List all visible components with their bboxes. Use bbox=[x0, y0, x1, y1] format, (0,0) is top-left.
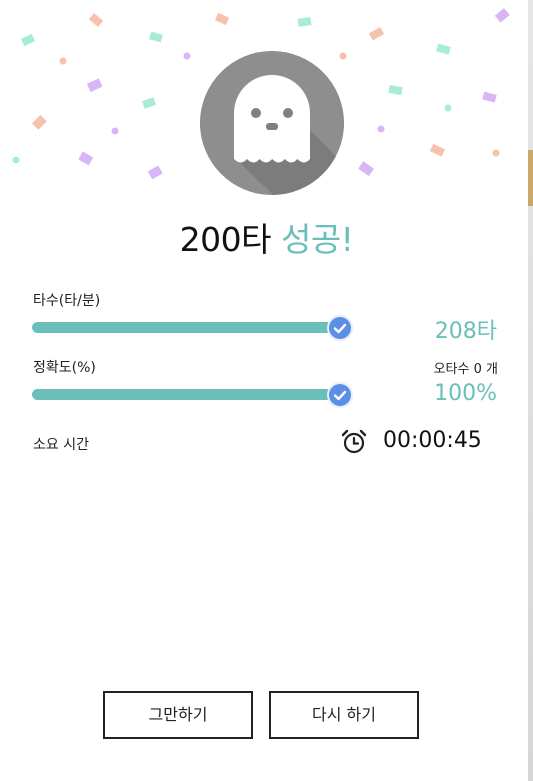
ghost-icon bbox=[200, 51, 344, 195]
accuracy-value: 100% bbox=[434, 381, 497, 406]
speed-label: 타수(타/분) bbox=[33, 293, 101, 309]
typo-number: 0 bbox=[473, 362, 482, 377]
accuracy-label: 정확도(%) bbox=[33, 360, 96, 376]
typo-label: 오타수 bbox=[433, 362, 470, 377]
retry-button[interactable]: 다시 하기 bbox=[269, 691, 419, 739]
result-title: 200타 성공! bbox=[0, 220, 533, 260]
speed-progress-bar bbox=[32, 322, 340, 333]
result-status: 성공! bbox=[280, 220, 354, 259]
stop-button[interactable]: 그만하기 bbox=[103, 691, 253, 739]
accuracy-progress-bar bbox=[32, 389, 340, 400]
typo-unit: 개 bbox=[486, 362, 498, 377]
ghost-avatar bbox=[200, 51, 344, 195]
elapsed-time-value: 00:00:45 bbox=[383, 428, 482, 453]
accuracy-check-icon bbox=[329, 384, 351, 406]
typo-count: 오타수 0 개 bbox=[434, 358, 498, 377]
elapsed-label: 소요 시간 bbox=[33, 437, 89, 453]
result-target: 200타 bbox=[179, 220, 272, 259]
speed-value: 208타 bbox=[434, 319, 497, 344]
speed-check-icon bbox=[329, 317, 351, 339]
alarm-clock-icon bbox=[341, 429, 367, 454]
